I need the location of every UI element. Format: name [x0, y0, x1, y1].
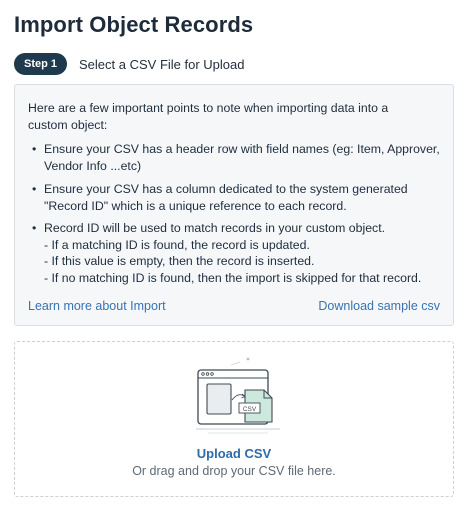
step-header: Step 1 Select a CSV File for Upload [14, 53, 244, 75]
bullet-dot-icon: • [32, 142, 37, 156]
list-item-line: Record ID will be used to match records … [44, 221, 386, 235]
list-item-line: "Record ID" which is a unique reference … [44, 198, 347, 213]
step-badge: Step 1 [14, 53, 68, 75]
learn-more-link[interactable]: Learn more about Import [28, 299, 166, 313]
list-item-line: - If this value is empty, then the recor… [44, 254, 315, 268]
list-item-line: - If a matching ID is found, the record … [44, 237, 310, 252]
upload-csv-illustration-icon: CSV [196, 357, 280, 434]
intro-text: Here are a few important points to note … [28, 101, 389, 132]
upload-csv-button[interactable]: Upload CSV [15, 446, 453, 461]
download-sample-link[interactable]: Download sample csv [318, 299, 440, 313]
list-item-line: Vendor Info ...etc) [44, 158, 142, 173]
page-title: Import Object Records [14, 12, 254, 37]
step-label: Select a CSV File for Upload [79, 56, 245, 72]
drag-drop-hint: Or drag and drop your CSV file here. [132, 464, 336, 478]
list-item-line: Ensure your CSV has a header row with fi… [44, 142, 440, 156]
import-notes-panel: Here are a few important points to note … [14, 84, 454, 326]
bullet-dot-icon: • [32, 221, 37, 235]
bullet-dot-icon: • [32, 182, 37, 196]
list-item-line: - If no matching ID is found, then the i… [44, 270, 422, 285]
csv-file-tag: CSV [243, 406, 257, 413]
list-item-line: Ensure your CSV has a column dedicated t… [44, 182, 408, 196]
csv-dropzone[interactable]: CSV Upload CSV Or drag and drop your CSV… [14, 341, 454, 497]
